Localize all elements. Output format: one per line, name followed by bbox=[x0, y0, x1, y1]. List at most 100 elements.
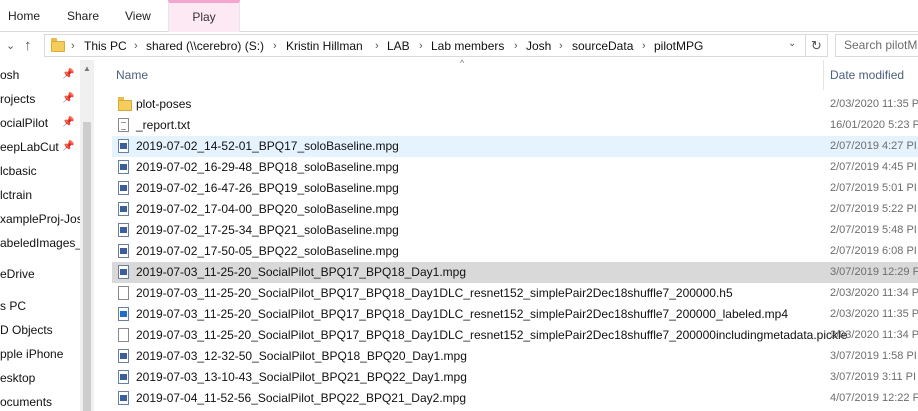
breadcrumb-kristin-hillman[interactable]: Kristin Hillman bbox=[286, 38, 363, 54]
nav-item-documents[interactable]: ocuments bbox=[0, 391, 52, 411]
tab-play[interactable]: Play bbox=[168, 0, 240, 33]
file-row[interactable]: 2019-07-02_16-29-48_BPQ18_soloBaseline.m… bbox=[112, 157, 918, 178]
folder-icon bbox=[51, 38, 65, 52]
search-input[interactable]: Search pilotMPG bbox=[835, 34, 918, 57]
nav-item-desktop[interactable]: esktop bbox=[0, 367, 35, 389]
file-row[interactable]: 2019-07-03_13-10-43_SocialPilot_BPQ21_BP… bbox=[112, 367, 918, 388]
column-header-date-modified[interactable]: Date modified bbox=[830, 60, 904, 90]
video-file-icon bbox=[118, 244, 129, 258]
file-date: 4/07/2019 12:22 F bbox=[830, 392, 918, 404]
nav-item-osh[interactable]: osh bbox=[0, 64, 19, 86]
file-row[interactable]: 2019-07-02_16-47-26_BPQ19_soloBaseline.m… bbox=[112, 178, 918, 199]
nav-item-rojects[interactable]: rojects bbox=[0, 88, 35, 110]
nav-item-3d-objects[interactable]: D Objects bbox=[0, 319, 53, 341]
file-date: 2/03/2020 11:35 P bbox=[830, 308, 918, 320]
file-row[interactable]: 2019-07-02_14-52-01_BPQ17_soloBaseline.m… bbox=[112, 136, 918, 157]
nav-item-label: ocialPilot bbox=[0, 116, 49, 130]
breadcrumb-pilotmpg[interactable]: pilotMPG bbox=[654, 38, 703, 54]
breadcrumb-shared-drive[interactable]: shared (\\cerebro) (S:) bbox=[146, 38, 264, 54]
chevron-right-icon: › bbox=[514, 40, 518, 52]
file-name: 2019-07-02_17-50-05_BPQ22_soloBaseline.m… bbox=[136, 244, 399, 258]
nav-item-lctrain[interactable]: lctrain bbox=[0, 184, 32, 206]
chevron-right-icon: › bbox=[419, 40, 423, 52]
file-date: 2/07/2019 4:27 PI bbox=[830, 140, 917, 152]
chevron-right-icon: › bbox=[134, 40, 138, 52]
file-row[interactable]: 2019-07-02_17-50-05_BPQ22_soloBaseline.m… bbox=[112, 241, 918, 262]
nav-item-label: D Objects bbox=[0, 323, 53, 337]
tab-home[interactable]: Home bbox=[8, 0, 40, 32]
address-dropdown-icon[interactable]: ⌄ bbox=[788, 38, 796, 49]
nav-item-this-pc[interactable]: s PC bbox=[0, 295, 26, 317]
file-row-selected[interactable]: 2019-07-03_11-25-20_SocialPilot_BPQ17_BP… bbox=[112, 262, 918, 283]
video-file-icon bbox=[118, 181, 129, 195]
nav-item-label: xampleProj-Jos bbox=[0, 212, 83, 226]
breadcrumb-josh[interactable]: Josh bbox=[526, 38, 551, 54]
file-row[interactable]: 2019-07-02_17-04-00_BPQ20_soloBaseline.m… bbox=[112, 199, 918, 220]
pin-icon: 📌 bbox=[62, 93, 75, 104]
nav-item-xampleproj[interactable]: xampleProj-Jos bbox=[0, 208, 83, 230]
video-file-icon bbox=[118, 139, 129, 153]
file-name: plot-poses bbox=[136, 97, 192, 111]
file-date: 3/07/2019 1:58 PI bbox=[830, 350, 917, 362]
nav-scrollbar[interactable]: ▲ bbox=[80, 60, 94, 411]
file-row-report[interactable]: _report.txt 16/01/2020 5:23 P bbox=[112, 115, 918, 136]
file-date: 3/07/2019 12:29 F bbox=[830, 266, 918, 278]
nav-item-ocialpilot[interactable]: ocialPilot bbox=[0, 112, 48, 134]
pin-icon: 📌 bbox=[62, 69, 75, 80]
nav-item-apple-iphone[interactable]: pple iPhone bbox=[0, 343, 63, 365]
breadcrumb-this-pc[interactable]: This PC bbox=[84, 38, 127, 54]
breadcrumb-sourcedata[interactable]: sourceData bbox=[572, 38, 633, 54]
file-row[interactable]: 2019-07-04_11-52-56_SocialPilot_BPQ22_BP… bbox=[112, 388, 918, 409]
file-row[interactable]: 2019-07-03_11-25-20_SocialPilot_BPQ17_BP… bbox=[112, 325, 918, 346]
tab-view[interactable]: View bbox=[125, 0, 151, 32]
video-file-icon bbox=[118, 370, 129, 384]
file-date: 2/03/2020 11:34 P bbox=[830, 329, 918, 341]
chevron-right-icon: › bbox=[642, 40, 646, 52]
tab-share[interactable]: Share bbox=[67, 0, 99, 32]
file-row[interactable]: 2019-07-02_17-25-34_BPQ21_soloBaseline.m… bbox=[112, 220, 918, 241]
up-arrow-icon[interactable]: ↑ bbox=[24, 36, 32, 56]
nav-item-lcbasic[interactable]: lcbasic bbox=[0, 160, 37, 182]
column-divider[interactable] bbox=[823, 60, 824, 90]
scroll-up-icon[interactable]: ▲ bbox=[83, 64, 91, 73]
recent-locations-chevron-icon[interactable]: ⌄ bbox=[6, 36, 15, 56]
file-date: 16/01/2020 5:23 P bbox=[830, 119, 918, 131]
file-name: 2019-07-02_14-52-01_BPQ17_soloBaseline.m… bbox=[136, 139, 399, 153]
breadcrumb-lab-members[interactable]: Lab members bbox=[431, 38, 504, 54]
video-file-icon bbox=[118, 391, 129, 405]
nav-item-label: pple iPhone bbox=[0, 347, 64, 361]
folder-icon bbox=[118, 97, 132, 111]
column-header-name[interactable]: Name bbox=[116, 60, 148, 90]
nav-item-label: s PC bbox=[0, 299, 27, 313]
nav-item-label: lctrain bbox=[0, 188, 33, 202]
blank-file-icon bbox=[118, 286, 129, 300]
nav-item-label: abeledImages_l bbox=[0, 236, 85, 250]
nav-item-label: lcbasic bbox=[0, 164, 37, 178]
file-row[interactable]: 2019-07-03_11-25-20_SocialPilot_BPQ17_BP… bbox=[112, 304, 918, 325]
nav-item-abeledimages[interactable]: abeledImages_l bbox=[0, 232, 85, 254]
breadcrumb-lab[interactable]: LAB bbox=[387, 38, 410, 54]
ribbon-tabs: Home Share View Play bbox=[0, 0, 918, 33]
scroll-thumb[interactable] bbox=[83, 122, 91, 411]
mp4-file-icon bbox=[118, 307, 129, 321]
pin-icon: 📌 bbox=[62, 117, 75, 128]
file-row[interactable]: 2019-07-03_11-25-20_SocialPilot_BPQ17_BP… bbox=[112, 283, 918, 304]
video-file-icon bbox=[118, 265, 129, 279]
file-name: 2019-07-02_17-25-34_BPQ21_soloBaseline.m… bbox=[136, 223, 399, 237]
refresh-icon[interactable]: ↻ bbox=[806, 34, 828, 57]
nav-item-label: esktop bbox=[0, 371, 36, 385]
file-name: 2019-07-03_11-25-20_SocialPilot_BPQ17_BP… bbox=[136, 265, 466, 279]
pin-icon: 📌 bbox=[62, 141, 75, 152]
nav-item-eeplabcut[interactable]: eepLabCut bbox=[0, 136, 59, 158]
nav-item-label: eepLabCut bbox=[0, 140, 59, 154]
file-date: 2/07/2019 5:48 PI bbox=[830, 224, 917, 236]
file-date: 2/07/2019 6:08 PI bbox=[830, 245, 917, 257]
file-row-plot-poses[interactable]: plot-poses 2/03/2020 11:35 P bbox=[112, 94, 918, 115]
chevron-right-icon: › bbox=[375, 40, 379, 52]
sort-ascending-icon: ^ bbox=[460, 58, 465, 68]
file-name: 2019-07-02_17-04-00_BPQ20_soloBaseline.m… bbox=[136, 202, 399, 216]
nav-item-onedrive[interactable]: eDrive bbox=[0, 263, 35, 285]
address-bar[interactable]: › This PC › shared (\\cerebro) (S:) › Kr… bbox=[44, 34, 806, 57]
file-row[interactable]: 2019-07-03_12-32-50_SocialPilot_BPQ18_BP… bbox=[112, 346, 918, 367]
file-name: 2019-07-04_11-52-56_SocialPilot_BPQ22_BP… bbox=[136, 391, 466, 405]
